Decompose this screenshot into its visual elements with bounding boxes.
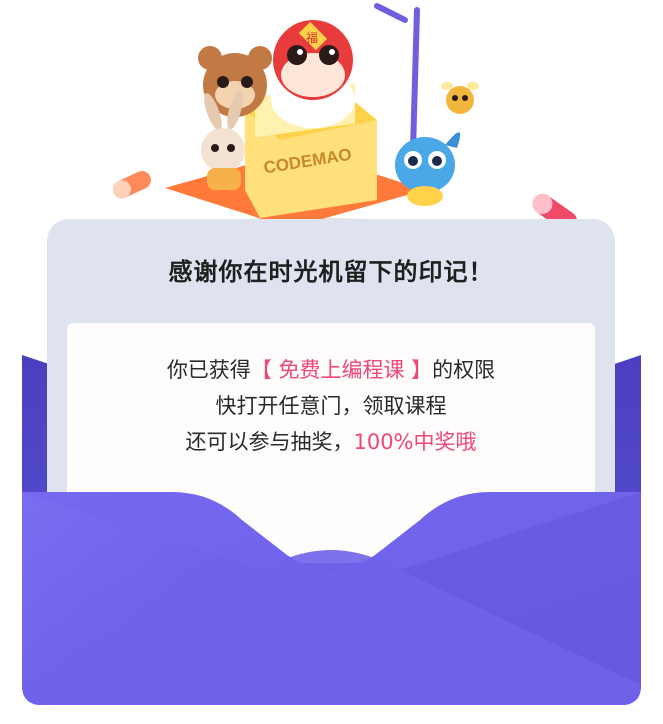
- message-line-1: 你已获得【 免费上编程课 】的权限: [67, 352, 595, 388]
- line1-suffix: 的权限: [432, 358, 496, 382]
- letter-title: 感谢你在时光机留下的印记！: [168, 258, 494, 286]
- codemao-mascots-illustration: CODEMAO 福: [112, 3, 578, 246]
- lottery-highlight: 100%中奖哦: [353, 430, 477, 454]
- mask-glyph: 福: [306, 30, 318, 45]
- line3-prefix: 还可以参与抽奖，: [185, 430, 354, 454]
- line1-prefix: 你已获得: [166, 358, 251, 382]
- red-cat-mascot: 福: [271, 20, 355, 128]
- bee-mascot: [441, 82, 479, 114]
- message-line-2: 快打开任意门，领取课程: [215, 394, 447, 418]
- free-course-highlight: 【 免费上编程课 】: [250, 358, 433, 382]
- floating-capsule-left: [112, 171, 151, 199]
- letter-message: 你已获得【 免费上编程课 】的权限 快打开任意门，领取课程 还可以参与抽奖，10…: [67, 352, 595, 460]
- envelope-front[interactable]: [22, 460, 641, 705]
- message-line-3: 还可以参与抽奖，100%中奖哦: [67, 424, 595, 460]
